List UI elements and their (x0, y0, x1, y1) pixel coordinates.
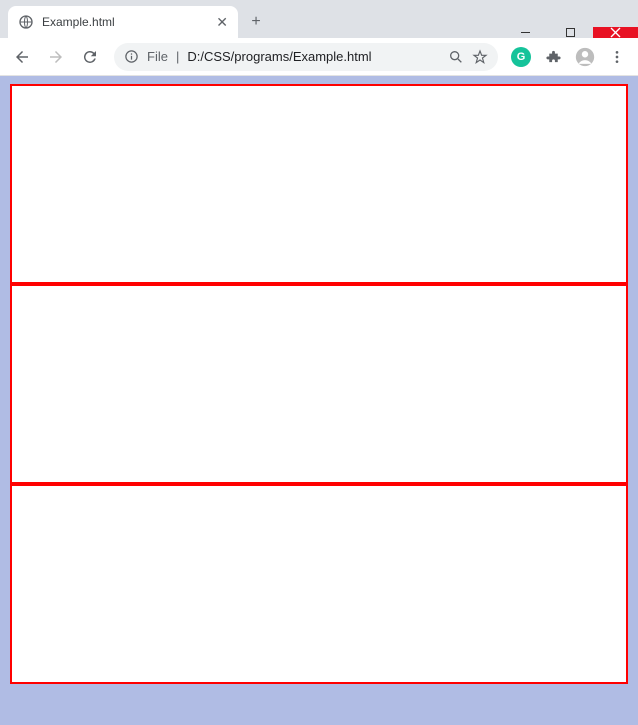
maximize-button[interactable] (548, 27, 593, 38)
reload-button[interactable] (74, 42, 106, 72)
globe-icon (18, 14, 34, 30)
back-button[interactable] (6, 42, 38, 72)
toolbar: File | D:/CSS/programs/Example.html G (0, 38, 638, 76)
window-controls (503, 27, 638, 38)
menu-icon[interactable] (602, 42, 632, 72)
tab-strip: Example.html ✕ + (0, 0, 638, 38)
demo-box-center (10, 284, 628, 484)
browser-window: Example.html ✕ + (0, 0, 638, 725)
star-icon[interactable] (472, 49, 488, 65)
zoom-icon[interactable] (448, 49, 464, 65)
url-text: D:/CSS/programs/Example.html (187, 49, 440, 64)
tab-close-icon[interactable]: ✕ (216, 14, 228, 31)
extension-grammarly-icon[interactable]: G (506, 42, 536, 72)
forward-button[interactable] (40, 42, 72, 72)
minimize-button[interactable] (503, 27, 548, 38)
tab-title: Example.html (42, 15, 208, 29)
address-bar[interactable]: File | D:/CSS/programs/Example.html (114, 43, 498, 71)
demo-box-left (10, 84, 628, 284)
extensions-icon[interactable] (538, 42, 568, 72)
url-divider: | (176, 49, 179, 64)
url-scheme: File (147, 49, 168, 64)
page-content (0, 76, 638, 725)
browser-tab[interactable]: Example.html ✕ (8, 6, 238, 38)
info-icon (124, 49, 139, 64)
close-button[interactable] (593, 27, 638, 38)
profile-icon[interactable] (570, 42, 600, 72)
new-tab-button[interactable]: + (242, 8, 270, 36)
demo-box-right (10, 484, 628, 684)
